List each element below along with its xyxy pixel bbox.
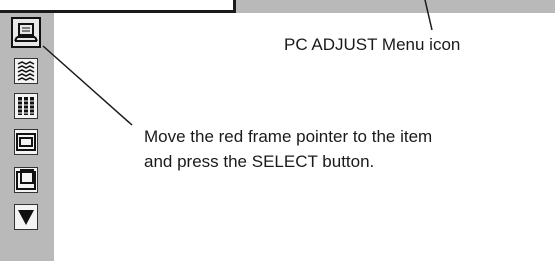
horizontal-position-icon[interactable] — [14, 129, 38, 155]
pointer-instruction-line-1: Move the red frame pointer to the item — [144, 127, 433, 146]
menu-bar-selected-area — [0, 0, 236, 13]
pointer-instruction-line-2: and press the SELECT button. — [144, 152, 375, 171]
vertical-position-icon[interactable] — [14, 167, 38, 193]
menu-icon-column — [0, 13, 54, 261]
menu-bar — [0, 0, 555, 13]
pointer-leader-line — [42, 45, 133, 126]
scroll-down-icon[interactable] — [14, 204, 38, 230]
pc-adjust-menu-icon-label: PC ADJUST Menu icon — [284, 35, 461, 54]
pc-adjust-icon[interactable] — [11, 17, 41, 48]
total-dots-icon[interactable] — [14, 93, 38, 119]
fine-sync-icon[interactable] — [14, 58, 38, 84]
